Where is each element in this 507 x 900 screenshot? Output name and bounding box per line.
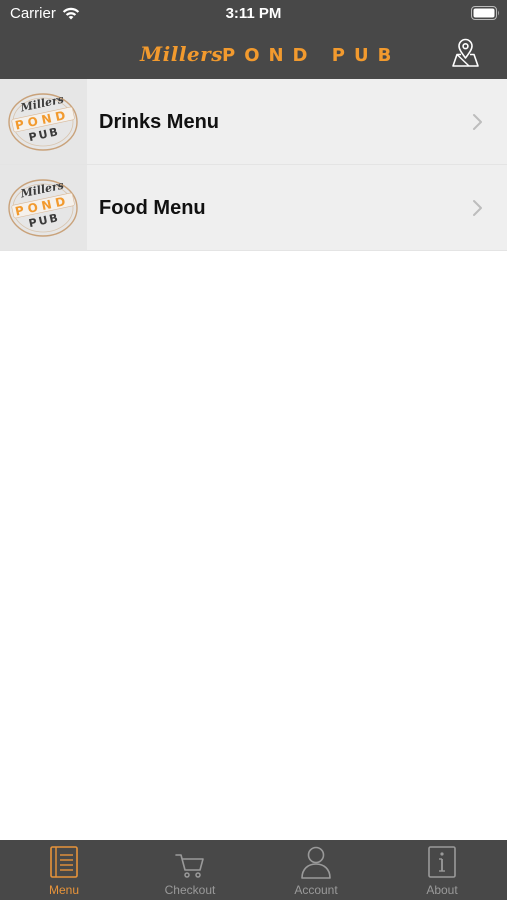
tab-bar: Menu Checkout Account About [0,840,507,900]
battery-icon [471,6,499,20]
tab-checkout[interactable]: Checkout [127,840,253,900]
map-pin-icon[interactable] [450,38,481,69]
person-icon [301,846,331,879]
status-bar: Carrier 3:11 PM [0,0,507,28]
tab-label: About [426,883,458,897]
header: Carrier 3:11 PM Millers POND PUB [0,0,507,79]
menu-item-label: Drinks Menu [99,111,220,133]
chevron-right-icon [473,200,482,216]
tab-menu[interactable]: Menu [1,840,127,900]
tab-label: Account [294,883,338,897]
app-screen: Carrier 3:11 PM Millers POND PUB Millers… [0,0,507,900]
nav-bar: Millers POND PUB [0,28,507,79]
menu-item-drinks[interactable]: Millers POND PUB Drinks Menu [0,79,507,165]
brand-logo-script: Millers [140,42,223,66]
menu-list: Millers POND PUB Drinks Menu Millers PON… [0,79,507,251]
cart-icon [175,854,204,878]
brand-logo-title: POND PUB [222,45,401,66]
tab-label: Menu [48,883,80,897]
tab-label: Checkout [164,883,216,897]
tab-about[interactable]: About [379,840,505,900]
tab-account[interactable]: Account [253,840,379,900]
menu-item-food[interactable]: Millers POND PUB Food Menu [0,165,507,251]
info-icon [428,846,456,878]
menu-item-label: Food Menu [99,197,206,219]
status-time: 3:11 PM [225,5,282,22]
chevron-right-icon [473,114,482,130]
pub-logo-thumbnail: Millers POND PUB [0,79,87,164]
menu-book-icon [50,846,78,878]
pub-logo-thumbnail: Millers POND PUB [0,165,87,250]
